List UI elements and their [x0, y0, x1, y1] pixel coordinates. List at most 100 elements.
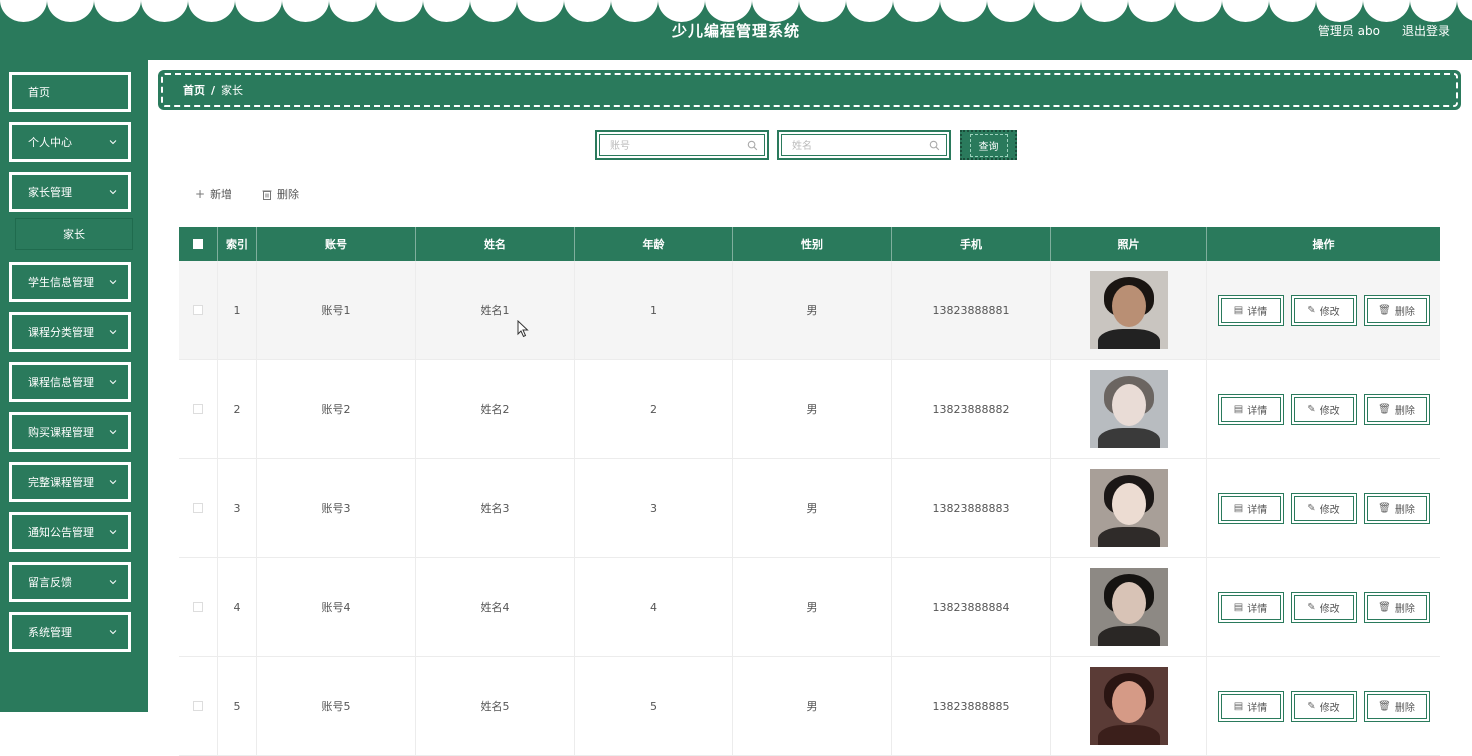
- scallop-shape: [1363, 0, 1410, 22]
- cell-account: 账号3: [257, 459, 416, 557]
- edit-button[interactable]: ✎ 修改: [1290, 591, 1357, 623]
- scallop-shape: [1175, 0, 1222, 22]
- batch-delete-button[interactable]: 删除: [262, 186, 299, 202]
- row-checkbox[interactable]: [193, 503, 203, 513]
- detail-button[interactable]: ▤ 详情: [1217, 690, 1284, 722]
- delete-button[interactable]: 🗑 删除: [1363, 294, 1430, 326]
- scallop-shape: [1081, 0, 1128, 22]
- sidebar-item[interactable]: 课程信息管理: [9, 362, 131, 402]
- edit-button[interactable]: ✎ 修改: [1290, 690, 1357, 722]
- profile-photo: [1089, 370, 1168, 448]
- delete-button[interactable]: 🗑 删除: [1363, 492, 1430, 524]
- name-search-box: [777, 130, 951, 160]
- plus-icon: +: [195, 187, 206, 201]
- sidebar-item[interactable]: 学生信息管理: [9, 262, 131, 302]
- row-checkbox[interactable]: [193, 701, 203, 711]
- column-header: 姓名: [416, 227, 575, 261]
- detail-button[interactable]: ▤ 详情: [1217, 294, 1284, 326]
- cell-sex: 男: [733, 261, 892, 359]
- edit-label: 修改: [1319, 405, 1340, 417]
- app-title: 少儿编程管理系统: [671, 22, 800, 40]
- cell-name: 姓名3: [416, 459, 575, 557]
- delete-label: 删除: [1394, 504, 1415, 516]
- sidebar-item[interactable]: 通知公告管理: [9, 512, 131, 552]
- sidebar-item[interactable]: 家长管理: [9, 172, 131, 212]
- scallop-shape: [1316, 0, 1363, 22]
- cell-age: 5: [575, 657, 733, 755]
- cell-sex: 男: [733, 657, 892, 755]
- cell-account: 账号1: [257, 261, 416, 359]
- sidebar-item[interactable]: 课程分类管理: [9, 312, 131, 352]
- sidebar-item[interactable]: 购买课程管理: [9, 412, 131, 452]
- table-body: 1 账号1 姓名1 1 男 13823888881 ▤ 详情 ✎ 修改 🗑 删除 2 账号2 姓名2 2 男 13…: [179, 261, 1440, 756]
- row-checkbox[interactable]: [193, 305, 203, 315]
- edit-button[interactable]: ✎ 修改: [1290, 492, 1357, 524]
- query-button[interactable]: 查询: [960, 130, 1017, 160]
- chevron-down-icon: [109, 280, 117, 285]
- sidebar-item[interactable]: 首页: [9, 72, 131, 112]
- sidebar-item[interactable]: 系统管理: [9, 612, 131, 652]
- sidebar-item-label: 家长管理: [28, 186, 72, 199]
- sidebar-subitem-parent[interactable]: 家长: [15, 218, 133, 250]
- trash-icon: [262, 190, 272, 200]
- edit-label: 修改: [1319, 702, 1340, 714]
- scallop-shape: [188, 0, 235, 22]
- edit-label: 修改: [1319, 504, 1340, 516]
- edit-button[interactable]: ✎ 修改: [1290, 294, 1357, 326]
- batch-delete-label: 删除: [277, 188, 299, 201]
- account-search-box: [595, 130, 769, 160]
- document-icon: ▤: [1233, 601, 1244, 613]
- detail-button[interactable]: ▤ 详情: [1217, 492, 1284, 524]
- detail-button[interactable]: ▤ 详情: [1217, 591, 1284, 623]
- sidebar-item[interactable]: 留言反馈: [9, 562, 131, 602]
- detail-button[interactable]: ▤ 详情: [1217, 393, 1284, 425]
- sidebar: 首页个人中心家长管理学生信息管理课程分类管理 课程信息管理购买课程管理 完整课程管理…: [0, 60, 148, 712]
- delete-label: 删除: [1394, 306, 1415, 318]
- document-icon: ▤: [1233, 502, 1244, 514]
- chevron-down-icon: [109, 380, 117, 385]
- chevron-down-icon: [109, 190, 117, 195]
- scallop-shape: [987, 0, 1034, 22]
- breadcrumb-current: 家长: [221, 84, 244, 97]
- delete-button[interactable]: 🗑 删除: [1363, 690, 1430, 722]
- table-row: 5 账号5 姓名5 5 男 13823888885 ▤ 详情 ✎ 修改 🗑 删除: [179, 657, 1440, 756]
- pencil-icon: ✎: [1307, 700, 1316, 712]
- chevron-down-icon: [109, 140, 117, 145]
- scallop-shape: [376, 0, 423, 22]
- add-button[interactable]: + 新增: [195, 186, 232, 202]
- cell-age: 1: [575, 261, 733, 359]
- table-row: 4 账号4 姓名4 4 男 13823888884 ▤ 详情 ✎ 修改 🗑 删除: [179, 558, 1440, 657]
- cell-name: 姓名1: [416, 261, 575, 359]
- scallop-shape: [282, 0, 329, 22]
- scallop-shape: [893, 0, 940, 22]
- edit-button[interactable]: ✎ 修改: [1290, 393, 1357, 425]
- sidebar-item[interactable]: 完整课程管理: [9, 462, 131, 502]
- cell-phone: 13823888884: [892, 558, 1051, 656]
- sidebar-item[interactable]: 个人中心: [9, 122, 131, 162]
- row-checkbox[interactable]: [193, 602, 203, 612]
- select-all-checkbox[interactable]: [193, 239, 203, 249]
- account-search-input[interactable]: [610, 136, 750, 156]
- pencil-icon: ✎: [1307, 502, 1316, 514]
- row-checkbox[interactable]: [193, 404, 203, 414]
- scallop-shape: [94, 0, 141, 22]
- scallop-shape: [705, 0, 752, 22]
- logout-link[interactable]: 退出登录: [1402, 22, 1450, 39]
- detail-label: 详情: [1247, 504, 1268, 516]
- table-row: 2 账号2 姓名2 2 男 13823888882 ▤ 详情 ✎ 修改 🗑 删除: [179, 360, 1440, 459]
- profile-photo: [1089, 568, 1168, 646]
- sidebar-item-label: 首页: [28, 86, 50, 99]
- name-search-input[interactable]: [792, 136, 932, 156]
- column-header: 照片: [1051, 227, 1207, 261]
- column-header: 年龄: [575, 227, 733, 261]
- sidebar-item-label: 课程分类管理: [28, 326, 94, 339]
- scallop-shape: [1410, 0, 1457, 22]
- delete-button[interactable]: 🗑 删除: [1363, 393, 1430, 425]
- sidebar-item-label: 课程信息管理: [28, 376, 94, 389]
- delete-button[interactable]: 🗑 删除: [1363, 591, 1430, 623]
- trash-icon: 🗑: [1378, 403, 1391, 415]
- query-button-label: 查询: [969, 133, 1008, 157]
- breadcrumb-home[interactable]: 首页: [183, 82, 205, 98]
- column-header: 手机: [892, 227, 1051, 261]
- detail-label: 详情: [1247, 306, 1268, 318]
